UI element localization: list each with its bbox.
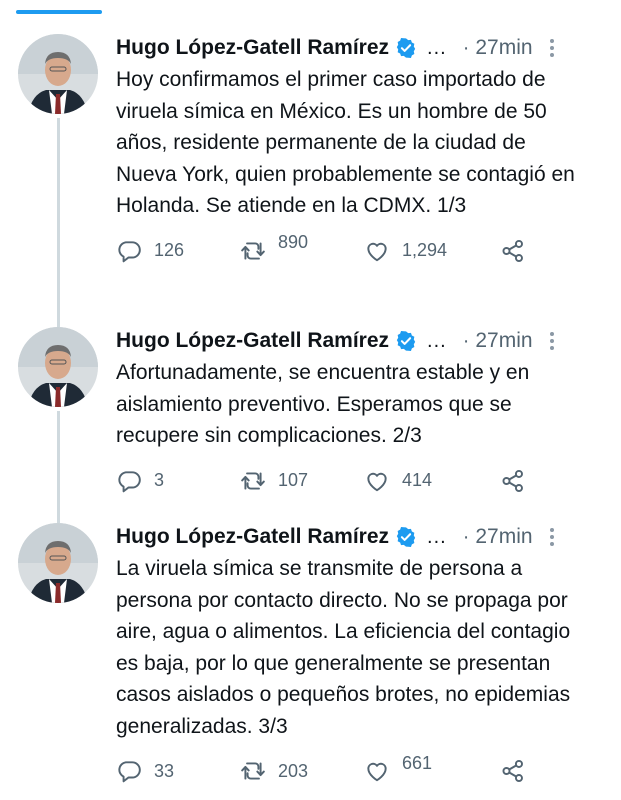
heart-icon <box>367 472 387 491</box>
like-count: 414 <box>402 470 433 490</box>
thread-connector-line <box>57 411 60 523</box>
retweet-button[interactable]: 203 <box>240 758 364 784</box>
reply-icon <box>118 761 141 783</box>
tweet-timestamp[interactable]: 27min <box>475 525 532 549</box>
tweet-content: Hugo López-Gatell Ramírez ... · 27min Af… <box>102 327 605 509</box>
separator-dot: · <box>462 329 470 352</box>
active-tab-indicator <box>16 10 102 14</box>
more-options-icon[interactable] <box>547 330 557 352</box>
tweet-actions: 3 107 414 <box>116 466 605 496</box>
reply-button[interactable]: 126 <box>116 238 240 264</box>
tweet-3[interactable]: Hugo López-Gatell Ramírez ... · 27min La… <box>0 509 621 783</box>
tweet-header: Hugo López-Gatell Ramírez ... · 27min <box>116 327 605 355</box>
tweet-actions: 126 890 1,294 <box>116 232 605 266</box>
separator-dot: · <box>462 36 470 59</box>
tweet-avatar-column <box>18 523 102 779</box>
retweet-count: 890 <box>278 232 309 252</box>
author-name-overflow: ... <box>427 329 447 352</box>
like-count: 661 <box>402 752 433 773</box>
reply-count: 3 <box>154 470 165 490</box>
tweet-text: La viruela símica se transmite de person… <box>116 557 571 738</box>
thread-connector-line <box>57 118 60 327</box>
tweet-header: Hugo López-Gatell Ramírez ... · 27min <box>116 34 605 62</box>
author-name[interactable]: Hugo López-Gatell Ramírez <box>116 36 389 60</box>
retweet-count: 203 <box>278 760 309 781</box>
author-name[interactable]: Hugo López-Gatell Ramírez <box>116 329 389 353</box>
author-name-overflow: ... <box>427 525 447 548</box>
share-icon <box>502 469 523 492</box>
retweet-icon <box>241 471 265 490</box>
avatar[interactable] <box>18 327 98 407</box>
tweet-header: Hugo López-Gatell Ramírez ... · 27min <box>116 523 605 551</box>
share-icon <box>502 239 523 262</box>
tweet-timestamp[interactable]: 27min <box>475 329 532 353</box>
tweet-content: Hugo López-Gatell Ramírez ... · 27min La… <box>102 523 605 783</box>
tweet-text: Afortunadamente, se encuentra estable y … <box>116 361 530 447</box>
tweet-thread: Hugo López-Gatell Ramírez ... · 27min Ho… <box>0 20 621 783</box>
reply-icon <box>118 240 141 262</box>
more-options-icon[interactable] <box>547 526 557 548</box>
author-name[interactable]: Hugo López-Gatell Ramírez <box>116 525 389 549</box>
tweet-2[interactable]: Hugo López-Gatell Ramírez ... · 27min Af… <box>0 313 621 523</box>
tweet-avatar-column <box>18 34 102 327</box>
heart-icon <box>367 762 387 782</box>
tweet-avatar-column <box>18 327 102 523</box>
verified-badge-icon <box>396 38 416 58</box>
reply-count: 33 <box>154 760 175 781</box>
reply-button[interactable]: 3 <box>116 468 240 494</box>
avatar[interactable] <box>18 523 98 603</box>
retweet-button[interactable]: 107 <box>240 468 364 494</box>
tweet-1[interactable]: Hugo López-Gatell Ramírez ... · 27min Ho… <box>0 20 621 327</box>
tweet-actions: 33 203 661 <box>116 753 605 786</box>
heart-icon <box>367 242 387 261</box>
separator-dot: · <box>462 525 470 548</box>
reply-count: 126 <box>154 240 185 260</box>
like-button[interactable]: 661 <box>364 753 500 784</box>
reply-icon <box>118 470 141 492</box>
retweet-icon <box>241 762 265 780</box>
share-button[interactable] <box>500 758 526 784</box>
avatar[interactable] <box>18 34 98 114</box>
share-icon <box>502 759 523 783</box>
verified-badge-icon <box>396 331 416 351</box>
share-button[interactable] <box>500 468 526 494</box>
like-button[interactable]: 1,294 <box>364 238 500 264</box>
verified-badge-icon <box>396 527 416 547</box>
like-count: 1,294 <box>402 240 448 260</box>
author-name-overflow: ... <box>427 36 447 59</box>
share-button[interactable] <box>500 238 526 264</box>
tweet-timestamp[interactable]: 27min <box>475 36 532 60</box>
retweet-icon <box>241 241 265 260</box>
tweet-text: Hoy confirmamos el primer caso importado… <box>116 68 575 217</box>
retweet-count: 107 <box>278 470 309 490</box>
reply-button[interactable]: 33 <box>116 758 240 784</box>
more-options-icon[interactable] <box>547 37 557 59</box>
like-button[interactable]: 414 <box>364 468 500 494</box>
tweet-content: Hugo López-Gatell Ramírez ... · 27min Ho… <box>102 34 605 313</box>
retweet-button[interactable]: 890 <box>240 232 364 264</box>
